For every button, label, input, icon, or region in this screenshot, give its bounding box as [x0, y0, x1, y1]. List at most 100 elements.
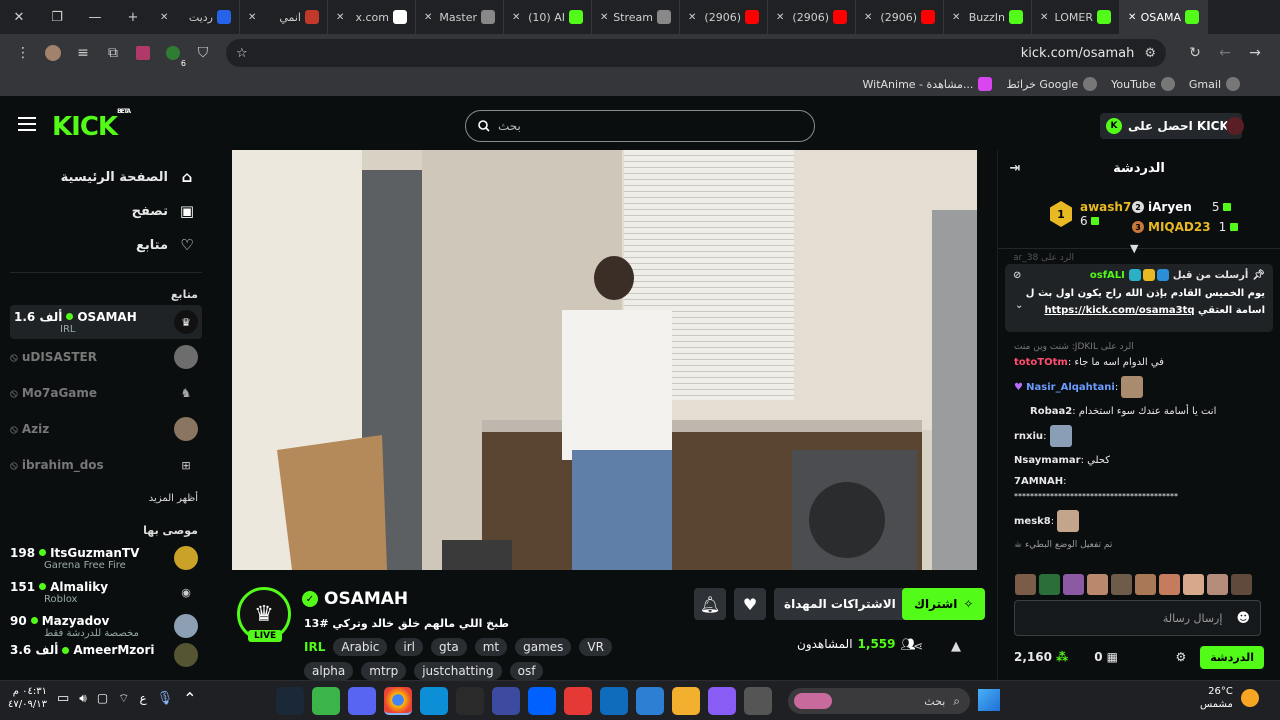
channel-osamah[interactable]: 1.6 ألف OSAMAH IRL ♛ — [10, 305, 202, 339]
close-tab-icon[interactable]: ✕ — [248, 12, 256, 23]
chat-username[interactable]: Nsaymamar — [1014, 455, 1081, 466]
tab-search-icon[interactable]: ≡ — [68, 38, 98, 68]
tray-chevron-icon[interactable]: ⌃ — [183, 689, 196, 708]
clock[interactable]: ٠٤:٣١ م ٤٧/٠٩/١٣ — [8, 685, 47, 711]
browser-tab[interactable]: ✕ (10) AI — [504, 0, 592, 34]
user-avatar[interactable] — [1226, 117, 1244, 135]
microphone-icon[interactable]: 🎙︎ — [157, 691, 174, 706]
close-tab-icon[interactable]: ✕ — [776, 12, 784, 23]
leader-2[interactable]: 2 iAryen 5 — [1132, 200, 1232, 214]
hamburger-menu-icon[interactable] — [16, 114, 38, 134]
stream-tag[interactable]: osf — [509, 662, 544, 680]
channel-mazyadov[interactable]: 90 Mazyadov مخصصة للدردشة فقط — [0, 609, 212, 643]
browser-tab[interactable]: ✕ Stream — [592, 0, 680, 34]
restore-window-icon[interactable]: ❐ — [38, 0, 76, 34]
store-icon[interactable] — [636, 687, 664, 715]
profile-avatar-icon[interactable] — [38, 38, 68, 68]
battery-icon[interactable]: ▭ — [57, 691, 69, 706]
close-tab-icon[interactable]: ✕ — [600, 12, 608, 23]
emote-icon[interactable] — [1207, 574, 1228, 595]
bookmark-maps[interactable]: خرائط Google — [1006, 77, 1098, 91]
chat-app-icon[interactable] — [312, 687, 340, 715]
channel-almaliky[interactable]: 151 Almaliky Roblox ◉ — [0, 575, 212, 609]
discord-icon[interactable] — [348, 687, 376, 715]
chat-username[interactable]: totoTOtm — [1014, 357, 1068, 368]
edge-icon[interactable] — [420, 687, 448, 715]
task-view-icon[interactable] — [744, 687, 772, 715]
stream-tag[interactable]: justchatting — [414, 662, 502, 680]
search-input[interactable]: بحث — [465, 110, 815, 142]
new-tab-icon[interactable]: + — [114, 0, 152, 34]
subscribe-button[interactable]: اشتراك ✧ — [902, 588, 986, 620]
stream-tag[interactable]: games — [515, 638, 572, 656]
browser-tab[interactable]: ✕ BuzzIn — [944, 0, 1032, 34]
close-tab-icon[interactable]: ✕ — [1040, 12, 1048, 23]
chat-username[interactable]: Robaa2 — [1030, 406, 1072, 417]
steam-icon[interactable] — [276, 687, 304, 715]
bookmark-witanime[interactable]: WitAnime - مشاهدة... — [863, 77, 993, 91]
close-tab-icon[interactable]: ✕ — [688, 12, 696, 23]
pinned-link[interactable]: https://kick.com/osama3tq — [1044, 305, 1194, 316]
share-icon[interactable]: ⋖ — [909, 637, 927, 655]
stream-tag[interactable]: mtrp — [361, 662, 407, 680]
close-tab-icon[interactable]: ✕ — [160, 12, 168, 23]
channel-aziz[interactable]: ⦸ Aziz — [0, 411, 212, 447]
bookmark-gmail[interactable]: Gmail — [1189, 77, 1240, 91]
url-text[interactable]: kick.com/osamah — [1021, 46, 1135, 61]
nav-browse[interactable]: ▣ تصفح — [0, 194, 212, 228]
emote-icon[interactable] — [1015, 574, 1036, 595]
nav-following[interactable]: ♡ متابع — [0, 228, 212, 262]
collapse-chat-icon[interactable]: ⇥ — [1006, 159, 1024, 177]
stream-tag[interactable]: alpha — [304, 662, 354, 680]
stream-tag[interactable]: VR — [579, 638, 612, 656]
chevron-down-icon[interactable]: ⌄ — [1015, 300, 1023, 311]
close-window-icon[interactable]: ✕ — [0, 0, 38, 34]
windows-start-icon[interactable] — [978, 689, 1000, 711]
chrome-icon[interactable] — [384, 687, 412, 715]
hide-pinned-icon[interactable]: ⊘ — [1013, 270, 1021, 281]
emote-icon[interactable] — [1159, 574, 1180, 595]
stream-tag[interactable]: Arabic — [333, 638, 388, 656]
browser-tab[interactable]: ✕ LOMER — [1032, 0, 1120, 34]
emote-icon[interactable] — [1039, 574, 1060, 595]
close-tab-icon[interactable]: ✕ — [1128, 12, 1136, 23]
nav-home[interactable]: ⌂ الصفحة الرئيسية — [0, 160, 212, 194]
leader-1[interactable]: 1 awash7 6 — [1050, 200, 1131, 228]
display-icon[interactable]: ▢ — [97, 691, 108, 705]
settings-gear-icon[interactable]: ⚙ — [1176, 650, 1187, 664]
extension-badge-icon[interactable]: 6 — [158, 38, 188, 68]
points-display[interactable]: 2,160 ⁂ — [1014, 650, 1068, 664]
stream-tag[interactable]: irl — [395, 638, 424, 656]
stream-tag[interactable]: mt — [474, 638, 508, 656]
browser-tab[interactable]: ✕ (2906) — [856, 0, 944, 34]
pinned-message[interactable]: 📌︎ أرسلت من قبل osfALI ⊘ يوم الخميس القا… — [1005, 264, 1273, 332]
shield-icon[interactable]: ⛉ — [188, 38, 218, 68]
app-icon[interactable] — [492, 687, 520, 715]
red-app-icon[interactable] — [564, 687, 592, 715]
browser-tab[interactable]: ✕ Master — [416, 0, 504, 34]
wifi-icon[interactable]: ⌔ — [118, 691, 129, 706]
weather-widget[interactable]: 26°C مشمس — [1200, 685, 1259, 711]
chat-username[interactable]: 7AMNAH — [1014, 476, 1063, 487]
close-tab-icon[interactable]: ✕ — [424, 12, 432, 23]
file-explorer-icon[interactable] — [672, 687, 700, 715]
language-indicator[interactable]: ع — [139, 691, 146, 705]
video-player[interactable] — [232, 150, 977, 570]
emote-icon[interactable] — [1087, 574, 1108, 595]
browser-tab[interactable]: ✕ (2906) — [680, 0, 768, 34]
browser-tab[interactable]: ✕ انمي — [240, 0, 328, 34]
extension-ublock-icon[interactable] — [128, 38, 158, 68]
close-tab-icon[interactable]: ✕ — [952, 12, 960, 23]
menu-dots-icon[interactable]: ⋮ — [8, 38, 38, 68]
emote-icon[interactable] — [1111, 574, 1132, 595]
emote-icon[interactable] — [1183, 574, 1204, 595]
channel-itsguzmantv[interactable]: 198 ItsGuzmanTV Garena Free Fire — [0, 541, 212, 575]
browser-tab[interactable]: ✕ (2906) — [768, 0, 856, 34]
stream-category[interactable]: IRL — [304, 638, 325, 656]
browser-tab[interactable]: ✕ OSAMA — [1120, 0, 1208, 34]
channel-ibrahim-dos[interactable]: ⦸ ibrahim_dos ⊞ — [0, 447, 212, 483]
close-tab-icon[interactable]: ✕ — [864, 12, 872, 23]
send-chat-button[interactable]: الدردشة — [1200, 645, 1264, 669]
outlook-icon[interactable] — [600, 687, 628, 715]
emote-icon[interactable] — [1231, 574, 1252, 595]
